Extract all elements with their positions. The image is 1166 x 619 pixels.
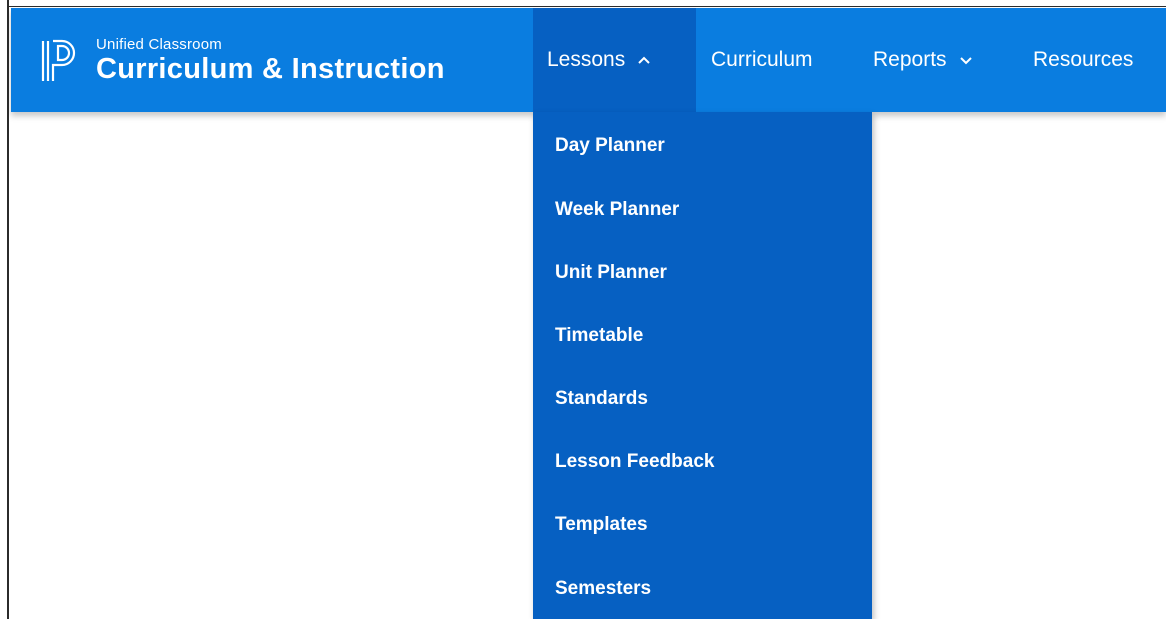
window-top-edge [0,0,1166,7]
brand-text: Unified Classroom Curriculum & Instructi… [96,36,445,86]
menu-item-standards[interactable]: Standards [555,388,648,410]
menu-item-templates[interactable]: Templates [555,514,648,536]
brand-title: Curriculum & Instruction [96,53,445,85]
app-window: Unified Classroom Curriculum & Instructi… [0,0,1166,619]
menu-item-unit-planner[interactable]: Unit Planner [555,262,667,284]
nav-item-label: Reports [873,48,947,71]
menu-item-lesson-feedback[interactable]: Lesson Feedback [555,451,714,473]
menu-item-timetable[interactable]: Timetable [555,325,643,347]
top-navigation-bar: Unified Classroom Curriculum & Instructi… [11,8,1166,112]
powerschool-logo-icon [41,39,76,81]
nav-item-label: Resources [1033,48,1134,71]
brand[interactable]: Unified Classroom Curriculum & Instructi… [40,26,445,96]
nav-item-lessons[interactable]: Lessons [533,8,696,112]
nav-item-label: Curriculum [711,48,813,71]
brand-subtitle: Unified Classroom [96,36,222,53]
nav-item-label: Lessons [547,48,626,71]
nav-item-curriculum[interactable]: Curriculum [711,8,813,112]
menu-item-week-planner[interactable]: Week Planner [555,199,679,221]
menu-item-day-planner[interactable]: Day Planner [555,135,665,157]
window-left-edge [0,0,9,619]
menu-item-semesters[interactable]: Semesters [555,578,651,600]
chevron-down-icon [959,57,972,65]
nav-item-resources[interactable]: Resources [1033,8,1133,112]
chevron-up-icon [638,56,650,64]
nav-item-reports[interactable]: Reports [873,8,973,112]
lessons-dropdown-menu: Day Planner Week Planner Unit Planner Ti… [533,112,872,619]
